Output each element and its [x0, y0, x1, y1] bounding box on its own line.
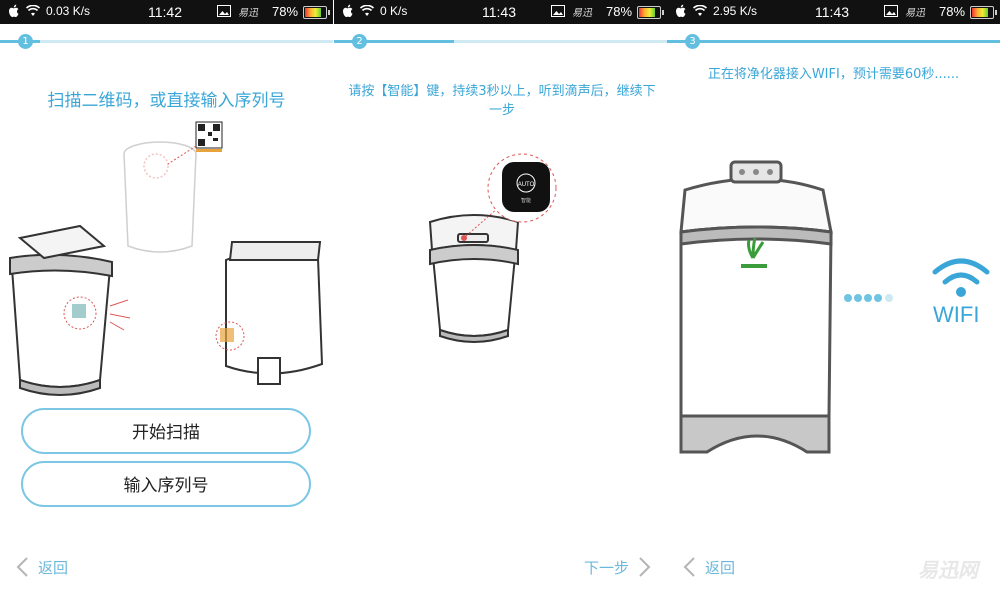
- step-indicator: 1: [18, 34, 33, 49]
- battery-percent: 78%: [606, 4, 633, 19]
- network-speed: 0 K/s: [380, 4, 408, 18]
- auto-button-label: AUTO: [518, 182, 535, 188]
- page-title: 请按【智能】键，持续3秒以上，听到滴声后，继续下一步: [348, 84, 656, 118]
- image-icon: [551, 5, 565, 17]
- watermark: 易迅网: [918, 558, 978, 582]
- purifier-illustration: [9, 121, 324, 396]
- progress-line: [0, 40, 333, 43]
- clock: 11:43: [482, 4, 516, 20]
- purifier-illustration: AUTO 智能: [428, 153, 557, 343]
- start-scan-button[interactable]: 开始扫描: [21, 408, 311, 454]
- progress-line: [667, 40, 1000, 43]
- chevron-left-icon: [16, 557, 28, 577]
- next-button[interactable]: 下一步: [584, 556, 653, 578]
- apple-icon: [676, 4, 686, 17]
- clock: 11:42: [148, 4, 182, 20]
- back-label: 返回: [38, 558, 69, 577]
- apple-icon: [9, 4, 19, 17]
- wifi-label: WIFI: [933, 302, 980, 327]
- screen-step-1: 0.03 K/s 11:42 易迅 78% 1 扫描二维码，或直接输入序列号 开…: [0, 0, 333, 592]
- image-icon: [884, 5, 898, 17]
- next-label: 下一步: [583, 558, 629, 577]
- status-bar: 0 K/s 11:43 易迅 78%: [334, 0, 667, 24]
- status-bar: 0.03 K/s 11:42 易迅 78%: [0, 0, 333, 24]
- image-icon: [217, 5, 231, 17]
- carrier-logo: 易迅: [238, 8, 258, 19]
- apple-icon: [343, 4, 353, 17]
- wifi-signal-icon: [360, 5, 374, 16]
- clock: 11:43: [815, 4, 849, 20]
- chevron-left-icon: [683, 557, 695, 577]
- connecting-dots-icon: [844, 294, 893, 302]
- battery-icon: [970, 6, 997, 19]
- battery-icon: [637, 6, 664, 19]
- page-title: 扫描二维码，或直接输入序列号: [47, 91, 286, 111]
- battery-percent: 78%: [939, 4, 966, 19]
- step-indicator: 3: [685, 34, 700, 49]
- auto-button-sub: 智能: [521, 197, 531, 204]
- wifi-signal-icon: [26, 5, 40, 16]
- battery-icon: [303, 6, 330, 19]
- step-indicator: 2: [352, 34, 367, 49]
- progress-line: [334, 40, 667, 43]
- screen-step-3: 2.95 K/s 11:43 易迅 78% 3 正在将净化器接入WIFI，预计需…: [667, 0, 1000, 592]
- carrier-logo: 易迅: [572, 8, 592, 19]
- network-speed: 2.95 K/s: [713, 4, 758, 18]
- enter-serial-button[interactable]: 输入序列号: [21, 461, 311, 507]
- back-button[interactable]: 返回: [14, 556, 68, 578]
- battery-percent: 78%: [272, 4, 299, 19]
- chevron-right-icon: [639, 557, 651, 577]
- page-title: 正在将净化器接入WIFI，预计需要60秒......: [707, 67, 960, 82]
- carrier-logo: 易迅: [905, 8, 925, 19]
- back-button[interactable]: 返回: [681, 556, 735, 578]
- back-label: 返回: [705, 558, 736, 577]
- qr-code-icon: [195, 121, 223, 152]
- wifi-signal-icon: [693, 5, 707, 16]
- network-speed: 0.03 K/s: [46, 4, 91, 18]
- screen-step-2: 0 K/s 11:43 易迅 78% 2 请按【智能】键，持续3秒以上，听到滴声…: [334, 0, 667, 592]
- wifi-icon: [932, 258, 990, 297]
- status-bar: 2.95 K/s 11:43 易迅 78%: [667, 0, 1000, 24]
